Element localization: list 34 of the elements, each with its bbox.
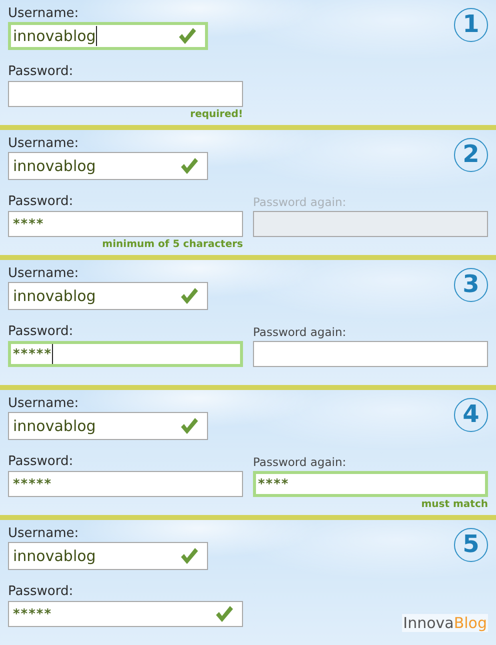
- field-label: Password again:: [253, 324, 346, 340]
- field-label: Username:: [8, 396, 79, 412]
- username-field[interactable]: innovablog: [8, 152, 208, 180]
- field-label: Username:: [8, 266, 79, 282]
- field-label: Username:: [8, 526, 79, 542]
- field-label: Username:: [8, 6, 79, 22]
- field-label: Password:: [8, 194, 74, 210]
- step-number: 2: [454, 138, 488, 172]
- password-field[interactable]: *****: [8, 341, 243, 367]
- username-field[interactable]: innovablog: [8, 22, 208, 50]
- step-number: 1: [454, 8, 488, 42]
- field-label: Username:: [8, 136, 79, 152]
- step-number: 5: [454, 528, 488, 562]
- hint-text: required!: [190, 109, 243, 121]
- field-label: Password:: [8, 324, 74, 340]
- username-field[interactable]: innovablog: [8, 542, 208, 570]
- password-field[interactable]: *****: [8, 601, 243, 627]
- step-number: 3: [454, 268, 488, 302]
- password-field[interactable]: [8, 81, 243, 107]
- password-field[interactable]: [253, 341, 488, 367]
- field-label: Password:: [8, 584, 74, 600]
- password-field[interactable]: ****: [253, 471, 488, 497]
- logo: InnovaBlog: [402, 614, 488, 632]
- field-label: Password:: [8, 454, 74, 470]
- hint-text: minimum of 5 characters: [102, 239, 243, 251]
- hint-text: must match: [421, 499, 488, 511]
- field-label: Password:: [8, 64, 74, 80]
- password-field[interactable]: ****: [8, 211, 243, 237]
- step-number: 4: [454, 398, 488, 432]
- field-label: Password again:: [253, 454, 346, 470]
- username-field[interactable]: innovablog: [8, 412, 208, 440]
- password-field[interactable]: *****: [8, 471, 243, 497]
- username-field[interactable]: innovablog: [8, 282, 208, 310]
- field-label: Password again:: [253, 194, 346, 210]
